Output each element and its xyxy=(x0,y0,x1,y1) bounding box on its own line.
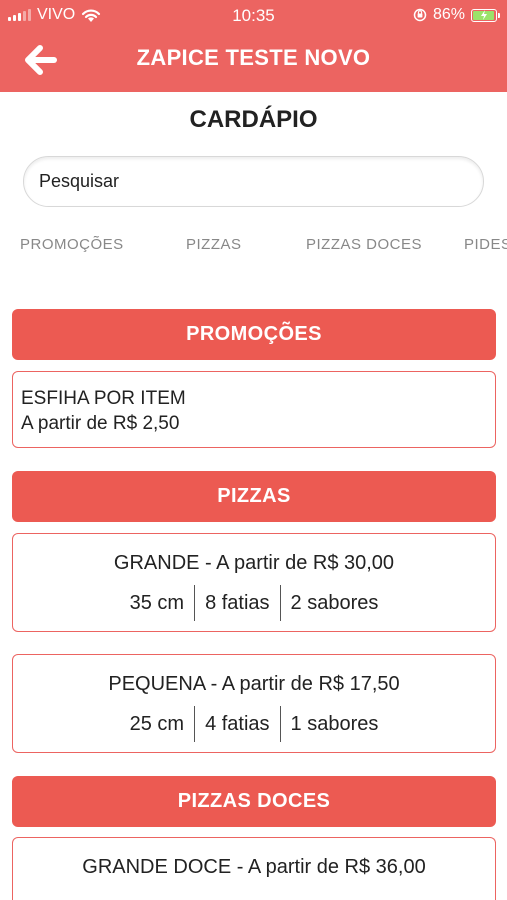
pizza-specs: 25 cm 4 fatias 1 sabores xyxy=(13,706,495,742)
battery-icon xyxy=(471,8,500,22)
tab-pizzas-doces[interactable]: PIZZAS DOCES xyxy=(306,236,422,253)
battery-percent: 86% xyxy=(432,6,465,23)
pizza-size-card-grande[interactable]: GRANDE - A partir de R$ 30,00 35 cm 8 fa… xyxy=(12,533,496,632)
pizza-size-card-grande-doce[interactable]: GRANDE DOCE - A partir de R$ 36,00 xyxy=(12,837,496,900)
search-input[interactable] xyxy=(23,156,484,207)
status-right: 86% xyxy=(413,6,500,24)
header-title: ZAPICE TESTE NOVO xyxy=(136,45,371,70)
pizza-slices: 4 fatias xyxy=(205,713,270,735)
menu-item-price: A partir de R$ 2,50 xyxy=(21,413,180,434)
status-bar: VIVO 10:35 86% xyxy=(0,0,507,30)
section-header-pizzas: PIZZAS xyxy=(12,471,496,522)
pizza-flavors: 1 sabores xyxy=(290,713,379,735)
pizza-specs: 35 cm 8 fatias 2 sabores xyxy=(13,585,495,621)
page-title: CARDÁPIO xyxy=(189,106,318,133)
pizza-size-title: PEQUENA - A partir de R$ 17,50 xyxy=(108,673,400,695)
menu-item-name: ESFIHA POR ITEM xyxy=(21,388,186,409)
tab-pides[interactable]: PIDES xyxy=(464,236,507,253)
pizza-size-card-pequena[interactable]: PEQUENA - A partir de R$ 17,50 25 cm 4 f… xyxy=(12,654,496,753)
section-header-promocoes: PROMOÇÕES xyxy=(12,309,496,360)
rotation-lock-icon xyxy=(413,8,427,22)
category-tabs: PROMOÇÕES PIZZAS PIZZAS DOCES PIDES xyxy=(0,236,507,256)
pizza-flavors: 2 sabores xyxy=(290,592,379,614)
tab-pizzas[interactable]: PIZZAS xyxy=(186,236,242,253)
section-header-pizzas-doces: PIZZAS DOCES xyxy=(12,776,496,827)
menu-item-card[interactable]: ESFIHA POR ITEM A partir de R$ 2,50 xyxy=(12,371,496,448)
tab-promocoes[interactable]: PROMOÇÕES xyxy=(20,236,124,253)
pizza-size-title: GRANDE DOCE - A partir de R$ 36,00 xyxy=(82,856,426,878)
app-header: VIVO 10:35 86% ZAPICE TESTE NOVO xyxy=(0,0,507,92)
pizza-size: 35 cm xyxy=(129,592,185,614)
pizza-size-title: GRANDE - A partir de R$ 30,00 xyxy=(113,552,395,574)
pizza-slices: 8 fatias xyxy=(205,592,270,614)
pizza-size: 25 cm xyxy=(129,713,185,735)
